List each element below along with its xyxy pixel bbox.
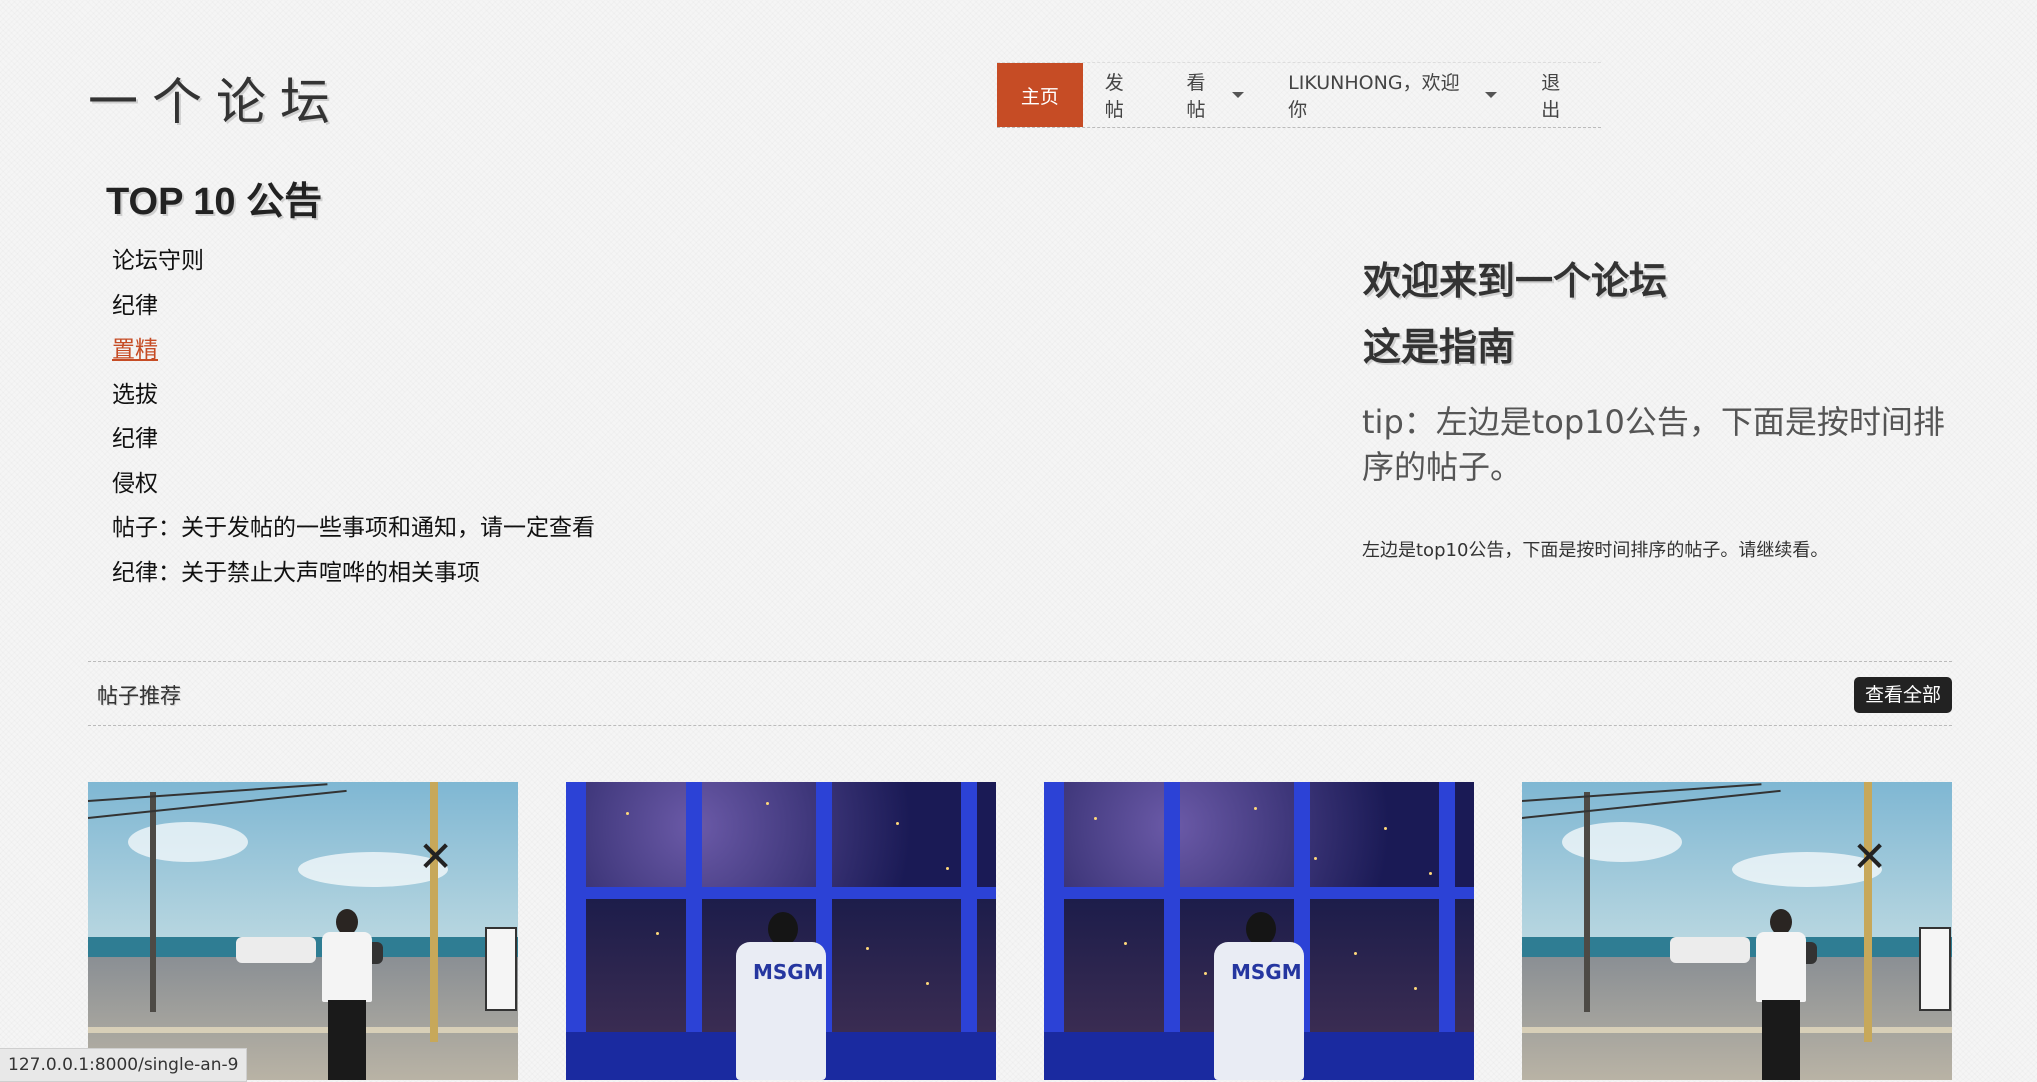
welcome-panel: 欢迎来到一个论坛 这是指南 xyxy=(1363,248,1963,380)
nav-browse-label: 看帖 xyxy=(1186,72,1206,121)
notice-section-title: TOP 10 公告 xyxy=(106,181,323,223)
photo-car xyxy=(1670,937,1750,963)
photo-person xyxy=(1246,912,1276,946)
nav-logout-label: 退出 xyxy=(1541,72,1561,121)
guide-heading: 这是指南 xyxy=(1363,325,1516,369)
posts-section-header: 帖子推荐 查看全部 xyxy=(88,661,1952,726)
nav-home-label: 主页 xyxy=(1020,85,1059,108)
main-navbar: 主页 发帖 看帖 LIKUNHONG，欢迎你 退出 xyxy=(997,62,1601,128)
photo-person xyxy=(328,1000,366,1080)
status-bar-url: 127.0.0.1:8000/single-an-9 xyxy=(0,1048,248,1082)
photo-ceiling xyxy=(1044,782,1474,892)
photo-cloud xyxy=(1562,822,1682,862)
nav-logout[interactable]: 退出 xyxy=(1519,63,1601,127)
notice-list: 论坛守则 纪律 置精 选拔 纪律 侵权 帖子：关于发帖的一些事项和通知，请一定查… xyxy=(112,244,595,600)
crossing-sign-icon: ✕ xyxy=(1852,832,1888,881)
notice-link[interactable]: 论坛守则 xyxy=(112,248,204,274)
nav-home[interactable]: 主页 xyxy=(997,63,1083,127)
notice-item: 纪律 xyxy=(112,422,595,467)
post-card-grid: ✕ MSGM MSGM ✕ xyxy=(88,782,1952,1080)
notice-item: 选拔 xyxy=(112,378,595,423)
nav-user-dropdown[interactable]: LIKUNHONG，欢迎你 xyxy=(1266,63,1519,127)
post-card-image[interactable]: ✕ xyxy=(1522,782,1952,1080)
photo-person xyxy=(322,932,372,1002)
photo-crossing-pole xyxy=(1864,782,1872,1042)
tip-note: 左边是top10公告，下面是按时间排序的帖子。请继续看。 xyxy=(1362,540,1829,561)
photo-road-stripe xyxy=(88,1027,518,1033)
post-card-image[interactable]: MSGM xyxy=(1044,782,1474,1080)
photo-utility-pole xyxy=(1584,792,1590,1012)
notice-item: 纪律：关于禁止大声喧哗的相关事项 xyxy=(112,556,595,601)
notice-item: 帖子：关于发帖的一些事项和通知，请一定查看 xyxy=(112,511,595,556)
photo-crossing-pole xyxy=(430,782,438,1042)
notice-link[interactable]: 纪律 xyxy=(112,426,158,452)
notice-link[interactable]: 帖子：关于发帖的一些事项和通知，请一定查看 xyxy=(112,515,595,541)
photo-sign xyxy=(485,927,517,1011)
shirt-print: MSGM xyxy=(1231,960,1302,984)
photo-sign xyxy=(1919,927,1951,1011)
notice-link[interactable]: 选拔 xyxy=(112,382,158,408)
posts-section-title: 帖子推荐 xyxy=(97,684,181,708)
photo-person xyxy=(768,912,798,946)
photo-car xyxy=(236,937,316,963)
view-all-button[interactable]: 查看全部 xyxy=(1853,677,1952,713)
site-logo[interactable]: 一个论坛 xyxy=(88,62,344,134)
nav-post-label: 发帖 xyxy=(1104,72,1124,121)
photo-window-frame xyxy=(566,887,996,899)
photo-ceiling xyxy=(566,782,996,892)
nav-browse-dropdown[interactable]: 看帖 xyxy=(1165,63,1267,127)
photo-road-stripe xyxy=(1522,1027,1952,1033)
notice-item: 置精 xyxy=(112,333,595,378)
shirt-print: MSGM xyxy=(753,960,824,984)
caret-down-icon xyxy=(1485,92,1498,98)
crossing-sign-icon: ✕ xyxy=(418,832,454,881)
nav-user-label: LIKUNHONG，欢迎你 xyxy=(1288,72,1460,121)
photo-person xyxy=(1762,1000,1800,1080)
tip-text: tip：左边是top10公告，下面是按时间排序的帖子。 xyxy=(1362,403,1945,486)
notice-item: 纪律 xyxy=(112,289,595,334)
post-card-image[interactable]: MSGM xyxy=(566,782,996,1080)
photo-window-frame xyxy=(686,782,702,1032)
photo-cloud xyxy=(128,822,248,862)
post-card-image[interactable]: ✕ xyxy=(88,782,518,1080)
nav-post[interactable]: 发帖 xyxy=(1083,63,1165,127)
notice-item: 论坛守则 xyxy=(112,244,595,289)
caret-down-icon xyxy=(1232,92,1245,98)
photo-window-frame xyxy=(961,782,977,1032)
photo-utility-pole xyxy=(150,792,156,1012)
photo-window-frame xyxy=(1044,887,1474,899)
notice-link[interactable]: 纪律 xyxy=(112,293,158,319)
photo-person xyxy=(1756,932,1806,1002)
welcome-heading: 欢迎来到一个论坛 xyxy=(1363,259,1668,303)
photo-window-frame xyxy=(1439,782,1455,1032)
notice-link-hovered[interactable]: 置精 xyxy=(112,337,158,363)
photo-window-frame xyxy=(1164,782,1180,1032)
notice-link[interactable]: 侵权 xyxy=(112,471,158,497)
notice-link[interactable]: 纪律：关于禁止大声喧哗的相关事项 xyxy=(112,560,480,586)
notice-item: 侵权 xyxy=(112,467,595,512)
